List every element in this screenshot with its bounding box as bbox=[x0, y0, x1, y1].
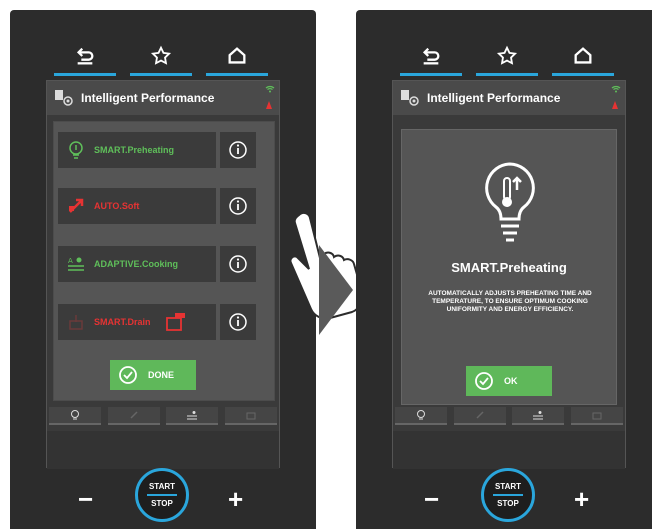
feature-smart-drain[interactable]: SMART.Drain bbox=[58, 304, 216, 340]
tab-auto-soft[interactable] bbox=[107, 407, 160, 425]
control-bar: − START STOP + bbox=[356, 468, 652, 528]
tab-adaptive-cooking[interactable] bbox=[166, 407, 219, 425]
control-bar: − START STOP + bbox=[10, 468, 316, 528]
back-button[interactable] bbox=[54, 36, 116, 76]
tab-smart-drain[interactable] bbox=[224, 407, 277, 425]
bottom-tabs bbox=[47, 407, 279, 425]
features-panel: SMART.Preheating AUTO.Soft A ADAPTIVE.Co… bbox=[53, 121, 275, 401]
auto-soft-icon bbox=[130, 411, 138, 419]
tab-smart-preheating[interactable] bbox=[395, 407, 447, 425]
oven-display-right: Intelligent Performance SMART.Preheating… bbox=[356, 10, 652, 529]
drain-icon bbox=[592, 412, 602, 420]
screen: Intelligent Performance SMART.Preheating… bbox=[392, 80, 626, 469]
info-icon bbox=[229, 197, 247, 215]
back-arrow-icon bbox=[422, 47, 440, 65]
info-popup: SMART.Preheating AUTOMATICALLY ADJUSTS P… bbox=[401, 129, 617, 405]
screen-header: Intelligent Performance bbox=[47, 81, 279, 115]
tab-smart-preheating[interactable] bbox=[49, 407, 101, 425]
plus-button[interactable]: + bbox=[228, 486, 243, 512]
feature-label: AUTO.Soft bbox=[94, 201, 140, 211]
adaptive-cooking-icon bbox=[187, 411, 198, 420]
back-button[interactable] bbox=[400, 36, 462, 76]
minus-button[interactable]: − bbox=[424, 486, 439, 512]
done-label: DONE bbox=[148, 370, 175, 380]
favorite-button[interactable] bbox=[130, 36, 192, 76]
info-icon bbox=[229, 255, 247, 273]
feature-label: SMART.Preheating bbox=[94, 145, 175, 155]
info-button-smart-drain[interactable] bbox=[220, 304, 256, 340]
info-button-smart-preheating[interactable] bbox=[220, 132, 256, 168]
feature-auto-soft[interactable]: AUTO.Soft bbox=[58, 188, 216, 224]
separator bbox=[493, 494, 523, 496]
drain-icon bbox=[246, 412, 256, 420]
feature-label: ADAPTIVE.Cooking bbox=[94, 259, 179, 269]
tab-adaptive-cooking[interactable] bbox=[512, 407, 565, 425]
transition-arrow bbox=[319, 245, 353, 335]
adaptive-cooking-icon: A bbox=[68, 257, 84, 271]
plus-button[interactable]: + bbox=[574, 486, 589, 512]
top-navigation bbox=[10, 36, 316, 76]
feature-label: SMART.Drain bbox=[94, 317, 151, 327]
drain-small-icon bbox=[69, 315, 83, 330]
feature-smart-preheating[interactable]: SMART.Preheating bbox=[58, 132, 216, 168]
home-button[interactable] bbox=[206, 36, 268, 76]
bottom-tabs bbox=[393, 407, 625, 425]
info-icon bbox=[229, 141, 247, 159]
info-button-adaptive-cooking[interactable] bbox=[220, 246, 256, 282]
screen: Intelligent Performance SMART.Preheating… bbox=[46, 80, 364, 469]
wifi-icon bbox=[265, 85, 275, 93]
minus-button[interactable]: − bbox=[78, 486, 93, 512]
favorite-button[interactable] bbox=[476, 36, 538, 76]
check-circle-icon bbox=[119, 366, 137, 384]
svg-text:A: A bbox=[68, 257, 73, 265]
stop-label: STOP bbox=[497, 499, 519, 508]
stop-label: STOP bbox=[151, 499, 173, 508]
start-stop-button[interactable]: START STOP bbox=[135, 468, 189, 522]
bulb-icon bbox=[71, 410, 79, 420]
done-button[interactable]: DONE bbox=[110, 360, 196, 390]
info-button-auto-soft[interactable] bbox=[220, 188, 256, 224]
bottom-area bbox=[47, 431, 279, 469]
bottom-area bbox=[393, 431, 625, 469]
intelligent-performance-icon bbox=[55, 90, 73, 106]
popup-title: SMART.Preheating bbox=[451, 260, 567, 275]
home-icon bbox=[574, 47, 592, 64]
top-navigation bbox=[356, 36, 652, 76]
home-icon bbox=[228, 47, 246, 64]
auto-soft-icon bbox=[69, 198, 84, 213]
star-icon bbox=[496, 45, 518, 65]
adaptive-cooking-icon bbox=[533, 411, 544, 420]
separator bbox=[147, 494, 177, 496]
intelligent-performance-icon bbox=[401, 90, 419, 106]
popup-description: AUTOMATICALLY ADJUSTS PREHEATING TIME AN… bbox=[428, 290, 592, 313]
ok-button[interactable]: OK bbox=[466, 366, 552, 396]
tab-smart-drain[interactable] bbox=[570, 407, 623, 425]
oven-display-left: Intelligent Performance SMART.Preheating… bbox=[10, 10, 364, 529]
auto-soft-icon bbox=[476, 411, 484, 419]
bulb-icon bbox=[417, 410, 425, 420]
back-arrow-icon bbox=[76, 47, 94, 65]
start-label: START bbox=[148, 482, 176, 491]
tab-auto-soft[interactable] bbox=[453, 407, 506, 425]
feature-adaptive-cooking[interactable]: A ADAPTIVE.Cooking bbox=[58, 246, 216, 282]
ok-label: OK bbox=[504, 376, 518, 386]
star-icon bbox=[150, 45, 172, 65]
page-title: Intelligent Performance bbox=[81, 91, 215, 105]
wifi-icon bbox=[611, 85, 621, 93]
alert-icon bbox=[266, 101, 272, 109]
alert-icon bbox=[612, 101, 618, 109]
smart-drain-icon bbox=[165, 313, 185, 331]
info-icon bbox=[229, 313, 247, 331]
bulb-thermometer-icon bbox=[69, 141, 83, 159]
start-label: START bbox=[494, 482, 522, 491]
start-stop-button[interactable]: START STOP bbox=[481, 468, 535, 522]
home-button[interactable] bbox=[552, 36, 614, 76]
bulb-thermometer-icon bbox=[485, 162, 535, 242]
page-title: Intelligent Performance bbox=[427, 91, 561, 105]
screen-header: Intelligent Performance bbox=[393, 81, 625, 115]
check-circle-icon bbox=[475, 372, 493, 390]
